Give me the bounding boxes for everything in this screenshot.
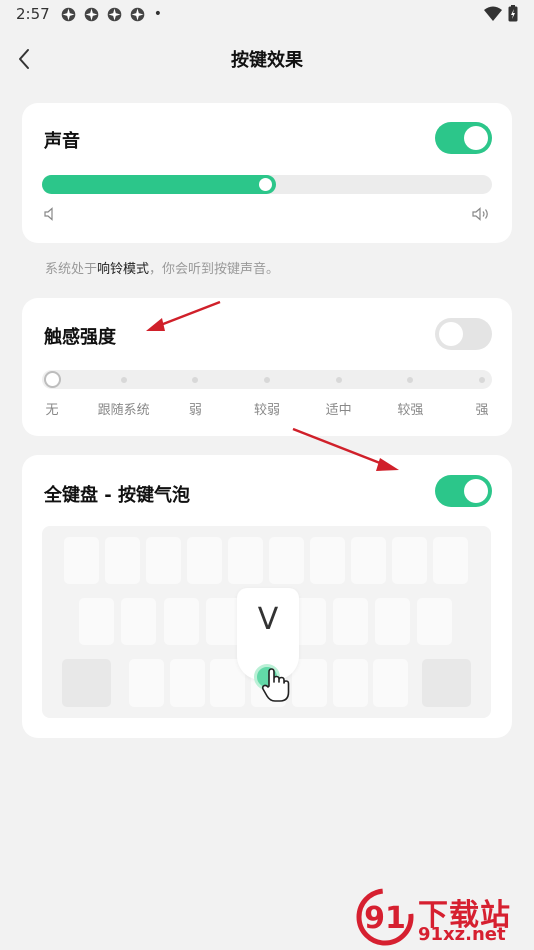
toggle-knob: [439, 322, 463, 346]
keyboard-key: [375, 598, 411, 645]
key-bubble-letter: V: [257, 602, 279, 637]
note-prefix: 系统处于: [45, 262, 98, 277]
volume-slider[interactable]: [42, 175, 492, 194]
keyboard-key: [129, 659, 164, 707]
keyboard-key: [422, 659, 471, 707]
watermark-logo: 91: [356, 888, 414, 946]
toggle-knob: [464, 479, 488, 503]
haptic-level-step[interactable]: [407, 377, 414, 383]
haptic-level-label: 无: [45, 403, 59, 418]
notification-icon: [61, 7, 75, 21]
keyboard-key: [105, 537, 140, 584]
haptic-level-label: 适中: [325, 403, 352, 418]
status-bar: 2:57 •: [0, 0, 534, 28]
note-suffix: ，你会听到按键声音。: [149, 262, 280, 277]
haptic-level-label: 跟随系统: [97, 403, 150, 418]
haptic-toggle[interactable]: [435, 318, 492, 350]
haptic-level-label: 弱: [188, 403, 202, 418]
haptic-level-thumb[interactable]: [43, 371, 61, 388]
key-bubble-title: 全键盘 - 按键气泡: [44, 485, 191, 506]
battery-icon: [508, 5, 518, 22]
keyboard-key: [62, 659, 111, 707]
notification-icon: [107, 7, 121, 21]
keyboard-key: [163, 598, 199, 645]
keyboard-key: [64, 537, 99, 584]
sound-title: 声音: [44, 131, 80, 152]
sound-toggle[interactable]: [435, 122, 492, 154]
keyboard-key: [291, 659, 327, 707]
site-watermark: 91 下载站 91xz.net: [356, 888, 526, 948]
toggle-knob: [464, 126, 488, 150]
keyboard-key: [121, 598, 157, 645]
keyboard-key: [228, 537, 263, 584]
haptic-level-step[interactable]: [479, 377, 485, 383]
status-system-icons: [484, 5, 518, 22]
keyboard-preview: V: [42, 526, 491, 718]
page-title: 按键效果: [231, 50, 303, 71]
status-more-dot: •: [153, 6, 162, 22]
keyboard-key: [332, 598, 368, 645]
haptic-card: 触感强度 无 跟随系统 弱 较弱 适中 较强 强: [22, 298, 512, 436]
wifi-icon: [484, 6, 502, 21]
key-bubble-card: 全键盘 - 按键气泡 V: [22, 455, 512, 738]
haptic-level-label: 较弱: [253, 403, 281, 418]
keyboard-key: [169, 659, 205, 707]
volume-thumb[interactable]: [259, 178, 272, 191]
keyboard-key: [392, 537, 427, 584]
haptic-level-step[interactable]: [120, 377, 127, 383]
keyboard-key: [269, 537, 304, 584]
volume-high-icon: [472, 207, 488, 221]
volume-fill: [42, 175, 276, 194]
haptic-level-step[interactable]: [264, 377, 270, 383]
haptic-level-step[interactable]: [192, 377, 199, 383]
keyboard-key: [433, 537, 468, 584]
haptic-level-label: 强: [475, 403, 489, 418]
ring-mode-note: 系统处于响铃模式，你会听到按键声音。: [45, 258, 279, 277]
keyboard-key: [79, 598, 114, 645]
haptic-level-slider[interactable]: [42, 370, 492, 389]
note-mode: 响铃模式: [97, 262, 150, 277]
haptic-title: 触感强度: [44, 327, 116, 348]
sound-card: 声音: [22, 103, 512, 243]
header: 按键效果: [0, 40, 534, 80]
keyboard-key: [417, 598, 453, 645]
status-notification-icons: •: [60, 6, 162, 23]
svg-text:91: 91: [364, 901, 406, 936]
status-time: 2:57: [16, 5, 50, 23]
watermark-url: 91xz.net: [418, 924, 506, 945]
notification-icon: [84, 7, 98, 21]
pointing-hand-icon: [261, 668, 290, 702]
keyboard-key: [310, 537, 345, 584]
key-bubble-toggle[interactable]: [435, 475, 492, 507]
volume-low-icon: [44, 207, 53, 221]
keyboard-key: [332, 659, 368, 707]
haptic-level-label: 较强: [397, 403, 424, 418]
keyboard-key: [146, 537, 181, 584]
keyboard-key: [205, 598, 241, 645]
keyboard-key: [373, 659, 409, 707]
keyboard-key: [351, 537, 386, 584]
notification-icon: [130, 7, 144, 21]
haptic-level-step[interactable]: [335, 377, 342, 383]
keyboard-key: [187, 537, 222, 584]
